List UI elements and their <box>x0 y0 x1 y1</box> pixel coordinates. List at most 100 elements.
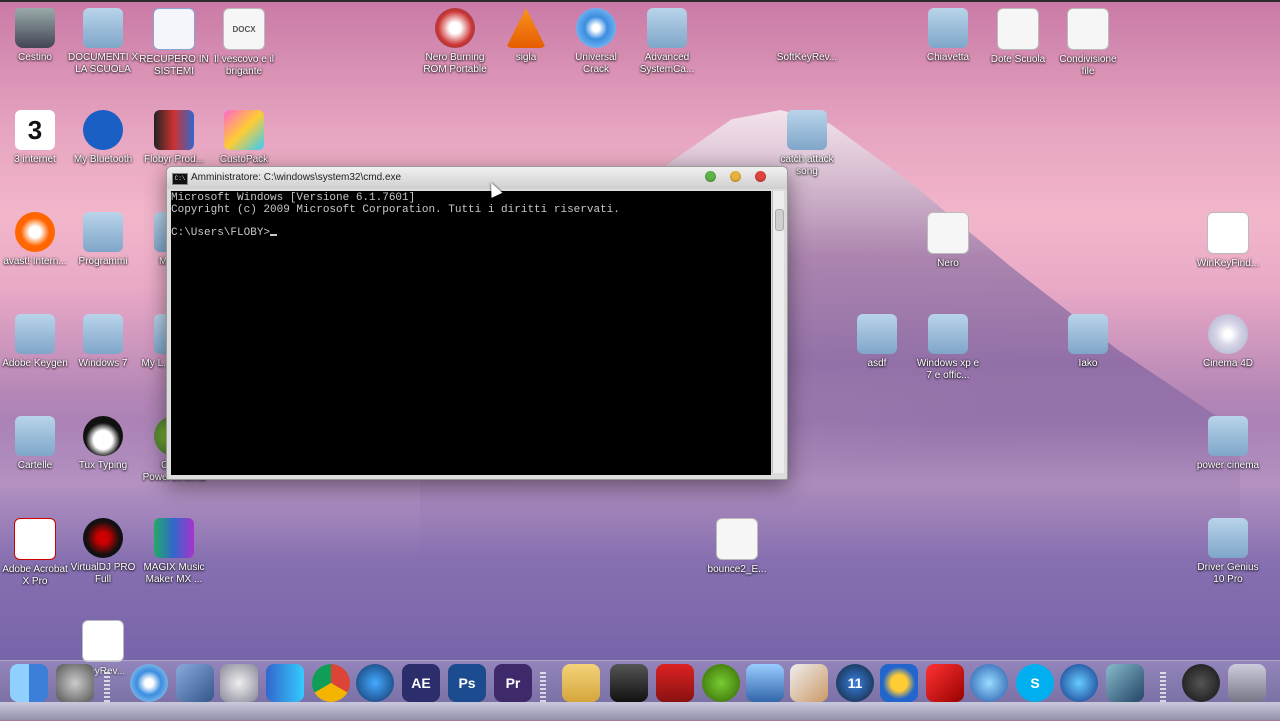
desktop-icon[interactable]: Nero <box>913 212 983 270</box>
dock-separator <box>1160 672 1166 702</box>
desktop-icon[interactable]: power cinema <box>1193 416 1263 472</box>
nero-icon <box>435 8 475 48</box>
desktop-icon[interactable]: Cartelle <box>0 416 70 472</box>
desktop-icon[interactable]: Cinema 4D <box>1193 314 1263 370</box>
document-icon <box>1067 8 1109 50</box>
desktop-icon[interactable]: bounce2_E... <box>702 518 772 576</box>
dvd-player-icon[interactable] <box>130 664 168 702</box>
desktop-icon-label: Chiavetta <box>926 52 970 63</box>
desktop-icon[interactable]: VirtualDJ PRO Full <box>68 518 138 586</box>
desktop-icon[interactable]: Windows 7 <box>68 314 138 370</box>
cmd-title-bar[interactable]: C:\ Amministratore: C:\windows\system32\… <box>167 167 787 189</box>
folder-icon[interactable] <box>562 664 600 702</box>
desktop-icon[interactable]: Windows xp e 7 e offic... <box>913 314 983 382</box>
virtualdj-icon <box>83 518 123 558</box>
headphones-icon[interactable] <box>880 664 918 702</box>
cmd-window-title: Amministratore: C:\windows\system32\cmd.… <box>191 172 402 183</box>
cmd-scrollbar-thumb[interactable] <box>775 209 784 231</box>
monitor-icon[interactable] <box>746 664 784 702</box>
desktop-icon[interactable]: DOCX Il vescovo e il brigante <box>209 8 279 78</box>
desktop-icon[interactable]: Iako <box>1053 314 1123 370</box>
globe-icon[interactable] <box>970 664 1008 702</box>
skype-icon[interactable]: S <box>1016 664 1054 702</box>
desktop-icon-label: Windows xp e 7 e offic... <box>916 358 980 381</box>
pdf-icon <box>14 518 56 560</box>
desktop-icon[interactable]: 3 3 internet <box>0 110 70 166</box>
docx-icon: DOCX <box>223 8 265 50</box>
desktop-icon[interactable]: Chiavetta <box>913 8 983 64</box>
bluetooth-icon <box>83 110 123 150</box>
desktop-icon[interactable]: Universal Crack <box>561 8 631 76</box>
dashboard-icon[interactable] <box>1182 664 1220 702</box>
acrobat-icon[interactable] <box>656 664 694 702</box>
desktop-icon-label: sigla <box>515 52 537 63</box>
desktop-icon[interactable]: Adobe Keygen <box>0 314 70 370</box>
desktop-icon[interactable]: Advanced SystemCa... <box>632 8 702 76</box>
camera-icon[interactable] <box>220 664 258 702</box>
desktop-icon-label: MAGIX Music Maker MX ... <box>143 562 205 585</box>
word-doc-icon <box>153 8 195 50</box>
video-camera-icon[interactable] <box>610 664 648 702</box>
chrome-icon[interactable] <box>312 664 350 702</box>
desktop-icon[interactable]: Flobyr Prod... <box>139 110 209 166</box>
cmd-window[interactable]: C:\ Amministratore: C:\windows\system32\… <box>166 166 788 480</box>
globe-browser-icon[interactable] <box>356 664 394 702</box>
desktop-icon[interactable]: My Bluetooth <box>68 110 138 166</box>
desktop-icon-label: Cinema 4D <box>1202 358 1254 369</box>
red-shoe-icon[interactable] <box>926 664 964 702</box>
desktop-icon[interactable]: RECUPERO IN SISTEMI <box>139 8 209 78</box>
folder-icon <box>15 416 55 456</box>
folder-icon <box>15 314 55 354</box>
text-cursor <box>270 233 278 236</box>
zoom-button[interactable] <box>705 171 716 182</box>
cube-icon[interactable] <box>176 664 214 702</box>
system-preferences-icon[interactable] <box>56 664 94 702</box>
desktop-icon[interactable]: Adobe Acrobat X Pro <box>0 518 70 588</box>
premiere-icon[interactable]: Pr <box>494 664 532 702</box>
dock-shelf <box>0 702 1280 720</box>
utorrent-icon[interactable] <box>702 664 740 702</box>
pencil-icon[interactable] <box>790 664 828 702</box>
desktop-icon[interactable]: SoftKeyRev... <box>772 8 842 64</box>
cmd-prompt: C:\Users\FLOBY> <box>171 226 271 239</box>
avast-icon <box>15 212 55 252</box>
dvd-icon <box>576 8 616 48</box>
desktop-icon[interactable]: WinKeyFind... <box>1193 212 1263 270</box>
minimize-button[interactable] <box>730 171 741 182</box>
vlc-icon <box>506 8 546 48</box>
folder-icon <box>647 8 687 48</box>
desktop-icon[interactable]: MAGIX Music Maker MX ... <box>139 518 209 586</box>
itunes-icon[interactable] <box>1060 664 1098 702</box>
finder-icon[interactable] <box>10 664 48 702</box>
desktop-icon[interactable]: Tux Typing <box>68 416 138 472</box>
desktop-icon-label: asdf <box>867 358 887 369</box>
dock-separator <box>104 672 110 702</box>
virtualbox-icon[interactable] <box>1106 664 1144 702</box>
folder-icon <box>857 314 897 354</box>
folder-icon <box>83 8 123 48</box>
circle-eleven-icon[interactable]: 11 <box>836 664 874 702</box>
desktop-icon[interactable]: Driver Genius 10 Pro <box>1193 518 1263 586</box>
desktop-icon[interactable]: Dote Scuola <box>983 8 1053 66</box>
desktop-icon[interactable]: asdf <box>842 314 912 370</box>
cmd-console-output[interactable]: Microsoft Windows [Versione 6.1.7601] Co… <box>171 191 771 475</box>
trash-icon[interactable] <box>1228 664 1266 702</box>
dock-separator <box>540 672 546 702</box>
desktop-icon[interactable]: sigla <box>491 8 561 64</box>
close-button[interactable] <box>755 171 766 182</box>
desktop-icon[interactable]: CustoPack <box>209 110 279 166</box>
photoshop-icon[interactable]: Ps <box>448 664 486 702</box>
folder-icon <box>83 314 123 354</box>
desktop-icon[interactable]: Condivisione file <box>1053 8 1123 78</box>
cmd-scrollbar[interactable] <box>772 191 784 473</box>
desktop-icon-label: bounce2_E... <box>707 564 767 575</box>
audio-wave-icon[interactable] <box>266 664 304 702</box>
desktop-icon[interactable]: Cestino <box>0 8 70 64</box>
desktop-icon[interactable]: DOCUMENTI X LA SCUOLA <box>68 8 138 76</box>
desktop-icon[interactable]: Nero Burning ROM Portable <box>420 8 490 76</box>
desktop-icon[interactable]: Programmi <box>68 212 138 268</box>
cmd-prompt-line[interactable]: C:\Users\FLOBY> <box>171 226 771 240</box>
desktop-icon[interactable]: avast! Intern... <box>0 212 70 268</box>
desktop-icon-label: Il vescovo e il brigante <box>213 54 275 77</box>
after-effects-icon[interactable]: AE <box>402 664 440 702</box>
